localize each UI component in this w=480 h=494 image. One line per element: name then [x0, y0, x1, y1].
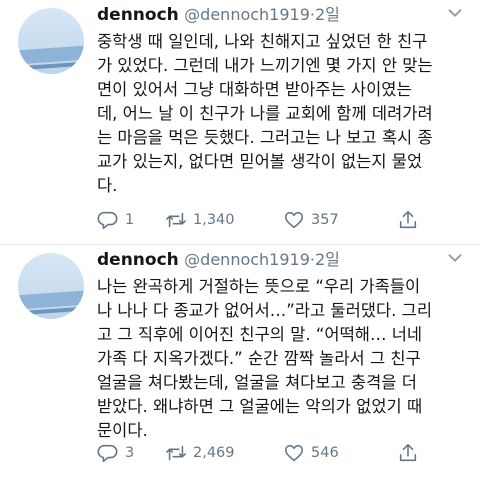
reply-button[interactable]: 1: [97, 208, 134, 232]
display-name[interactable]: dennoch: [97, 5, 179, 25]
tweet-text-line: 면이 있어서 그냥 대화하면 받아주는 사이였는: [97, 80, 412, 99]
tweet[interactable]: dennoch @dennoch1919·2일 중학생 때 일인데, 나와 친해…: [0, 0, 480, 245]
tweet-text-line: 얼굴을 쳐다봤는데, 얼굴을 쳐다보고 충격을 더: [97, 373, 417, 392]
retweet-button[interactable]: 1,340: [165, 208, 235, 232]
chevron-down-icon[interactable]: [444, 247, 466, 269]
retweet-icon: [166, 445, 186, 461]
like-button[interactable]: 546: [283, 441, 339, 465]
tweet-text-line: 가족 다 지옥가겠다.” 순간 깜짝 놀라서 그 친구: [97, 349, 421, 368]
tweet-actions: 1 1,340 357: [97, 208, 467, 232]
like-count: 546: [311, 445, 339, 461]
reply-icon: [97, 211, 118, 230]
tweet-text-line: 가 있었다. 그런데 내가 느끼기엔 몇 가지 안 맞는: [97, 56, 433, 75]
tweet-text: 중학생 때 일인데, 나와 친해지고 싶었던 한 친구 가 있었다. 그런데 내…: [97, 30, 465, 198]
share-button[interactable]: [397, 208, 425, 232]
tweet-text-line: 문이다.: [97, 421, 148, 440]
tweet-text-line: 나 나나 다 종교가 없어서…”라고 둘러댔다. 그리: [97, 301, 433, 320]
timestamp[interactable]: 2일: [315, 250, 340, 269]
tweet-text-line: 나는 완곡하게 거절하는 뜻으로 “우리 가족들이: [97, 277, 421, 296]
like-button[interactable]: 357: [283, 208, 339, 232]
tweet-header: dennoch @dennoch1919·2일: [97, 4, 340, 26]
reply-icon: [97, 444, 118, 463]
reply-count: 1: [125, 212, 135, 228]
tweet-text-line: 고 그 직후에 이어진 친구의 말. “어떡해… 너네: [97, 325, 423, 344]
tweet-text-line: 데, 어느 날 이 친구가 나를 교회에 함께 데려가려: [97, 104, 433, 123]
tweet-text: 나는 완곡하게 거절하는 뜻으로 “우리 가족들이 나 나나 다 종교가 없어서…: [97, 275, 465, 443]
share-button[interactable]: [397, 441, 425, 465]
tweet[interactable]: dennoch @dennoch1919·2일 나는 완곡하게 거절하는 뜻으로…: [0, 245, 480, 494]
tweet-actions: 3 2,469 546: [97, 441, 467, 465]
user-handle[interactable]: @dennoch1919: [184, 250, 310, 269]
reply-button[interactable]: 3: [97, 441, 134, 465]
user-handle[interactable]: @dennoch1919: [184, 5, 310, 24]
heart-icon: [284, 444, 304, 462]
avatar[interactable]: [18, 253, 84, 319]
retweet-button[interactable]: 2,469: [165, 441, 235, 465]
tweet-header: dennoch @dennoch1919·2일: [97, 249, 340, 271]
tweet-text-line: 는 마음을 먹은 듯했다. 그러고는 나 보고 혹시 종: [97, 128, 433, 147]
share-icon: [399, 443, 417, 462]
retweet-icon: [166, 212, 186, 228]
display-name[interactable]: dennoch: [97, 250, 179, 270]
like-count: 357: [311, 212, 339, 228]
chevron-down-icon[interactable]: [444, 2, 466, 24]
tweet-text-line: 중학생 때 일인데, 나와 친해지고 싶었던 한 친구: [97, 32, 428, 51]
tweet-text-line: 다.: [97, 176, 118, 195]
retweet-count: 1,340: [193, 212, 235, 228]
reply-count: 3: [125, 445, 135, 461]
retweet-count: 2,469: [193, 445, 235, 461]
tweet-text-line: 교가 있는지, 없다면 믿어볼 생각이 없는지 물었: [97, 152, 423, 171]
share-icon: [399, 210, 417, 229]
timestamp[interactable]: 2일: [315, 5, 340, 24]
heart-icon: [284, 211, 304, 229]
tweet-text-line: 받았다. 왜냐하면 그 얼굴에는 악의가 없었기 때: [97, 397, 423, 416]
avatar[interactable]: [18, 8, 84, 74]
